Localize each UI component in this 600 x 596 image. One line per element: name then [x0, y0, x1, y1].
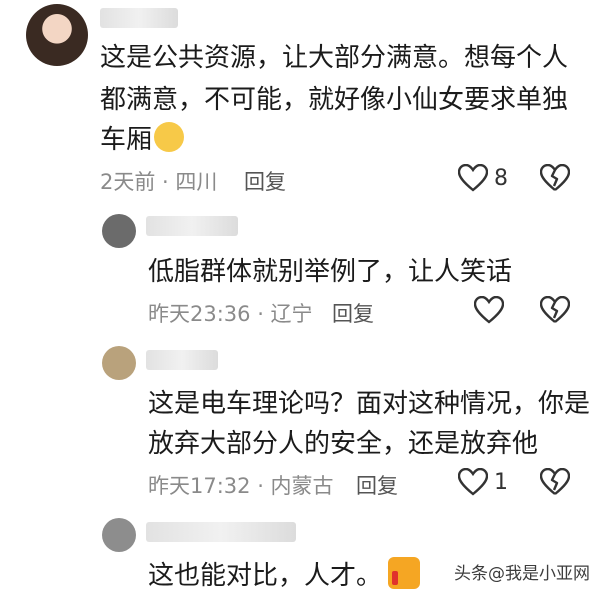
comment-text-line: 放弃大部分人的安全，还是放弃他 — [148, 429, 539, 459]
avatar[interactable] — [102, 518, 136, 552]
comment-text-line-with-emoji: 这也能对比，人才。 — [148, 556, 421, 596]
avatar[interactable] — [26, 4, 88, 66]
thumbs-up-emoji-icon — [388, 557, 421, 589]
comment-text-line: 这是电车理论吗？面对这种情况，你是 — [148, 389, 591, 419]
like-button[interactable]: 8 — [458, 164, 508, 192]
heart-icon — [474, 296, 504, 324]
reply-button[interactable]: 回复 — [356, 470, 398, 500]
comment-meta: 昨天23:36 · 辽宁 — [148, 302, 313, 326]
reply-button[interactable]: 回复 — [244, 166, 286, 196]
comment-text-line: 这是公共资源，让大部分满意。想每个人 — [100, 43, 569, 73]
watermark: 头条@我是小亚网 — [454, 564, 590, 584]
reply-button[interactable]: 回复 — [332, 298, 374, 328]
like-button[interactable] — [474, 296, 504, 324]
comment-meta: 昨天17:32 · 内蒙古 — [148, 474, 334, 498]
username-blurred[interactable] — [100, 8, 178, 28]
comment-meta: 2天前 · 四川 — [100, 170, 218, 194]
avatar[interactable] — [102, 346, 136, 380]
dislike-broken-heart-icon[interactable] — [540, 468, 570, 496]
comment-text-line-with-emoji: 车厢 — [100, 120, 185, 160]
username-blurred[interactable] — [146, 522, 296, 542]
like-count: 1 — [494, 469, 508, 495]
comment-text: 低脂群体就别举例了，让人笑话 — [148, 257, 513, 287]
like-count: 8 — [494, 165, 508, 191]
avatar[interactable] — [102, 214, 136, 248]
username-blurred[interactable] — [146, 350, 218, 370]
comment-text-line: 车厢 — [100, 125, 153, 155]
heart-icon — [458, 468, 488, 496]
comment-text: 这也能对比，人才。 — [148, 561, 383, 591]
username-blurred[interactable] — [146, 216, 238, 236]
dislike-broken-heart-icon[interactable] — [540, 296, 570, 324]
like-button[interactable]: 1 — [458, 468, 508, 496]
dislike-broken-heart-icon[interactable] — [540, 164, 570, 192]
thinking-face-emoji-icon — [154, 122, 185, 152]
comment-text-line: 都满意，不可能，就好像小仙女要求单独 — [100, 85, 569, 115]
heart-icon — [458, 164, 488, 192]
